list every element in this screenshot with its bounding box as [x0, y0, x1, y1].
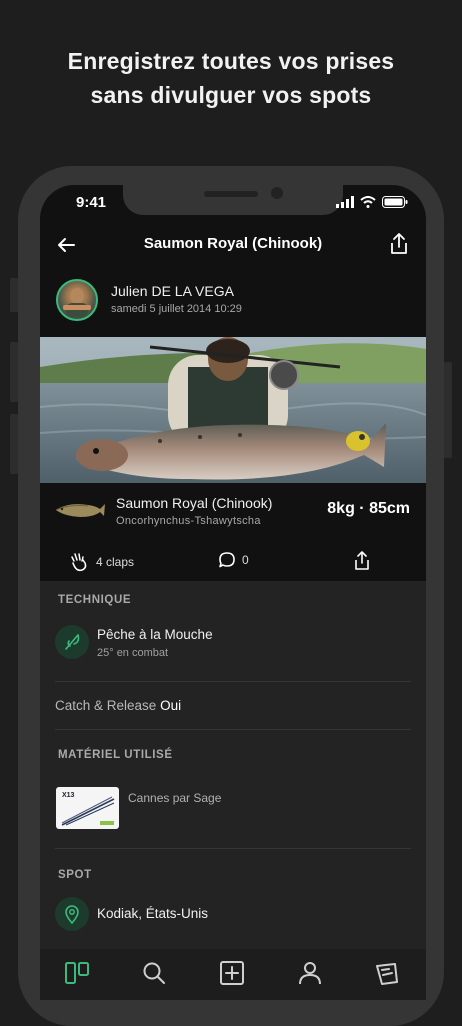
- headline-line-2: sans divulguer vos spots: [90, 82, 372, 108]
- fishing-rod-product-image: X13: [61, 792, 115, 826]
- technique-detail: 25° en combat: [97, 647, 169, 659]
- divider: [55, 848, 411, 849]
- claps-count: 4 claps: [96, 555, 135, 569]
- map-icon[interactable]: [374, 960, 400, 986]
- gear-brand-text: X13: [62, 792, 75, 799]
- phone-power-button: [444, 362, 452, 458]
- location-pin-icon: [65, 905, 79, 924]
- phone-notch: [123, 185, 343, 215]
- phone-screen: 9:41 Saumon Royal (Chinook) Julien DE LA…: [40, 185, 426, 1000]
- gear-image[interactable]: X13: [56, 787, 119, 829]
- headline-line-1: Enregistrez toutes vos prises: [67, 48, 395, 74]
- share-icon[interactable]: [388, 232, 410, 256]
- avatar[interactable]: [56, 279, 98, 321]
- technique-name: Pêche à la Mouche: [97, 627, 213, 642]
- author-block[interactable]: Julien DE LA VEGA samedi 5 juillet 2014 …: [56, 279, 416, 325]
- feed-icon[interactable]: [64, 960, 90, 986]
- phone-camera: [271, 187, 283, 199]
- fishing-rod-icon: [65, 634, 80, 650]
- clap-icon: [71, 553, 87, 572]
- battery-icon: [382, 196, 408, 208]
- app-header: Saumon Royal (Chinook): [40, 227, 426, 263]
- share-post-icon[interactable]: [353, 551, 371, 571]
- divider: [55, 729, 411, 730]
- signal-icon: [336, 196, 354, 208]
- search-icon[interactable]: [141, 960, 167, 986]
- phone-volume-down: [10, 414, 18, 474]
- phone-volume-up: [10, 342, 18, 402]
- gear-description[interactable]: Cannes par Sage: [128, 791, 221, 805]
- phone-mute-switch: [10, 278, 18, 312]
- claps-button[interactable]: 4 claps: [68, 551, 134, 573]
- catch-photo[interactable]: [40, 337, 426, 483]
- divider: [55, 681, 411, 682]
- promo-headline: Enregistrez toutes vos prises sans divul…: [0, 44, 462, 112]
- post-actions: 4 claps 0: [40, 539, 426, 581]
- fish-icon: [55, 504, 105, 517]
- technique-section-label: TECHNIQUE: [58, 594, 132, 606]
- species-name: Saumon Royal (Chinook): [116, 495, 273, 511]
- page-title: Saumon Royal (Chinook): [143, 235, 323, 252]
- add-icon[interactable]: [219, 960, 245, 986]
- author-name[interactable]: Julien DE LA VEGA: [111, 283, 234, 299]
- wifi-icon: [360, 196, 376, 208]
- spot-location[interactable]: Kodiak, États-Unis: [97, 906, 208, 921]
- comment-icon: [219, 552, 235, 568]
- spot-section-label: SPOT: [58, 869, 92, 881]
- post-date: samedi 5 juillet 2014 10:29: [111, 303, 242, 315]
- profile-icon[interactable]: [297, 960, 323, 986]
- catch-details: TECHNIQUE Pêche à la Mouche 25° en comba…: [40, 581, 426, 949]
- species-scientific-name: Oncorhynchus-Tshawytscha: [116, 515, 261, 527]
- catch-size: 8kg · 85cm: [327, 500, 410, 517]
- comments-button[interactable]: 0: [218, 551, 249, 569]
- spot-icon-bg: [55, 897, 89, 931]
- phone-speaker: [204, 191, 258, 197]
- technique-icon-bg: [55, 625, 89, 659]
- bottom-tab-bar: [40, 949, 426, 1000]
- catch-release-value: Oui: [160, 698, 182, 713]
- avatar-photo: [63, 288, 91, 317]
- catch-release-row: Catch & Release Oui: [55, 698, 181, 713]
- material-section-label: MATÉRIEL UTILISÉ: [58, 749, 173, 761]
- status-icons: [336, 196, 408, 208]
- comments-count: 0: [242, 553, 249, 567]
- status-time: 9:41: [76, 194, 107, 211]
- catch-release-label: Catch & Release: [55, 698, 161, 713]
- catch-summary: Saumon Royal (Chinook) Oncorhynchus-Tsha…: [40, 483, 426, 539]
